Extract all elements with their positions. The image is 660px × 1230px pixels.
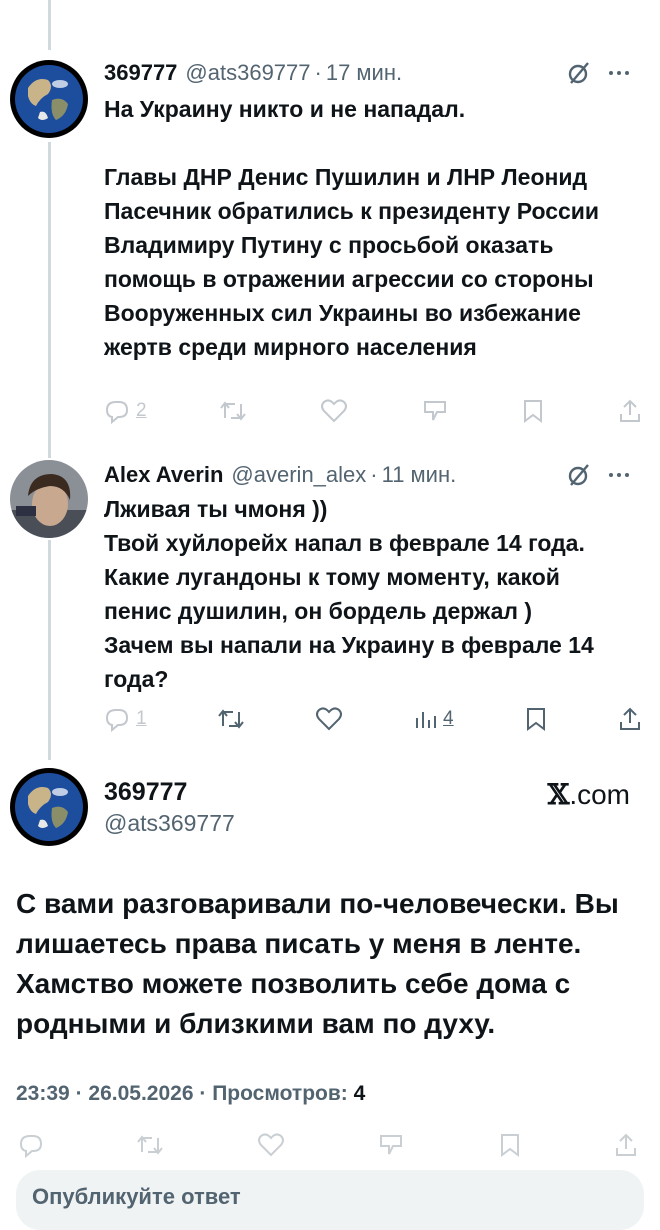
more-icon[interactable] <box>606 462 632 488</box>
views-button[interactable]: 4 <box>413 706 454 732</box>
thread-line-2 <box>48 540 51 760</box>
tweet-time[interactable]: 23:39 <box>16 1082 70 1105</box>
reply-count: 2 <box>136 400 147 421</box>
share-button[interactable] <box>618 706 642 732</box>
author-name[interactable]: 369777 <box>104 778 187 807</box>
like-icon[interactable] <box>257 1132 285 1158</box>
retweet-button[interactable] <box>219 398 247 424</box>
tweet-1[interactable]: 369777 @ats369777 · 17 мин. На Украину н… <box>104 58 632 364</box>
brand-suffix: .com <box>569 779 630 810</box>
bookmark-icon <box>524 400 543 423</box>
x-com-brand: 𝕏.com <box>548 778 630 811</box>
author-name[interactable]: 369777 <box>104 58 177 88</box>
reply-icon <box>105 709 129 732</box>
grok-icon[interactable] <box>566 462 592 488</box>
bookmark-button[interactable] <box>524 706 548 732</box>
tweet-time[interactable]: 17 мин. <box>326 58 402 88</box>
retweet-icon[interactable] <box>136 1132 164 1158</box>
tweet-text: Лживая ты чмоня )) Твой хуйлорейх напал … <box>104 496 594 692</box>
author-handle[interactable]: @ats369777 <box>185 58 310 88</box>
tweet-header: 369777 @ats369777 · 17 мин. <box>104 58 632 88</box>
tweet-2[interactable]: Alex Averin @averin_alex · 11 мин. Лжива… <box>104 460 632 696</box>
earth-avatar-image <box>10 768 88 846</box>
reply-button[interactable]: 1 <box>104 706 147 732</box>
views-count: 4 <box>353 1082 366 1105</box>
separator: · <box>75 1082 83 1105</box>
tweet-date[interactable]: 26.05.2026 <box>88 1082 193 1105</box>
retweet-icon <box>217 709 244 729</box>
main-tweet-actions <box>18 1132 638 1158</box>
author-name[interactable]: Alex Averin <box>104 460 223 490</box>
bookmark-button[interactable] <box>521 398 545 424</box>
reply-placeholder: Опубликуйте ответ <box>32 1184 241 1209</box>
views-count: 4 <box>443 708 454 729</box>
thread-line-1 <box>48 142 51 458</box>
reply-icon[interactable] <box>18 1132 44 1158</box>
share-icon <box>619 707 640 730</box>
bookmark-icon <box>526 708 545 731</box>
like-button[interactable] <box>320 398 348 424</box>
reply-icon <box>105 401 129 424</box>
author-handle[interactable]: @ats369777 <box>104 810 235 837</box>
avatar[interactable] <box>10 460 88 538</box>
like-icon <box>315 707 342 731</box>
avatar[interactable] <box>10 60 88 138</box>
tweet-actions: 1 4 <box>104 704 642 734</box>
reply-button[interactable]: 2 <box>104 398 147 424</box>
views-label: Просмотров: <box>212 1082 348 1105</box>
tweet-header: Alex Averin @averin_alex · 11 мин. <box>104 460 632 490</box>
avatar[interactable] <box>10 768 88 846</box>
retweet-button[interactable] <box>217 706 245 732</box>
retweet-icon <box>220 401 247 421</box>
share-button[interactable] <box>618 398 642 424</box>
earth-avatar-image <box>10 60 88 138</box>
main-tweet-text: С вами разговаривали по-человечески. Вы … <box>16 888 619 1039</box>
tweet-actions: 2 <box>104 396 642 426</box>
share-icon[interactable] <box>614 1132 638 1158</box>
thread-line-top <box>48 0 51 50</box>
like-icon <box>320 399 347 423</box>
reply-count: 1 <box>136 708 147 729</box>
x-logo: 𝕏 <box>547 778 570 811</box>
separator: · <box>314 60 322 85</box>
like-button[interactable] <box>315 706 343 732</box>
grok-icon[interactable] <box>566 60 592 86</box>
author-handle[interactable]: @averin_alex <box>231 460 366 490</box>
tweet-text: На Украину никто и не нападал. Главы ДНР… <box>104 96 600 360</box>
bookmark-icon[interactable] <box>498 1132 522 1158</box>
separator: · <box>199 1082 207 1105</box>
share-icon <box>619 399 640 422</box>
downvote-icon <box>423 401 446 421</box>
downvote-icon[interactable] <box>377 1132 405 1158</box>
separator: · <box>370 462 378 487</box>
views-icon <box>416 712 437 728</box>
user-photo-avatar <box>10 460 88 538</box>
more-icon[interactable] <box>606 60 632 86</box>
dislike-button[interactable] <box>421 398 449 424</box>
tweet-meta: 23:39 · 26.05.2026 · Просмотров: 4 <box>16 1082 365 1106</box>
tweet-time[interactable]: 11 мин. <box>382 460 457 490</box>
